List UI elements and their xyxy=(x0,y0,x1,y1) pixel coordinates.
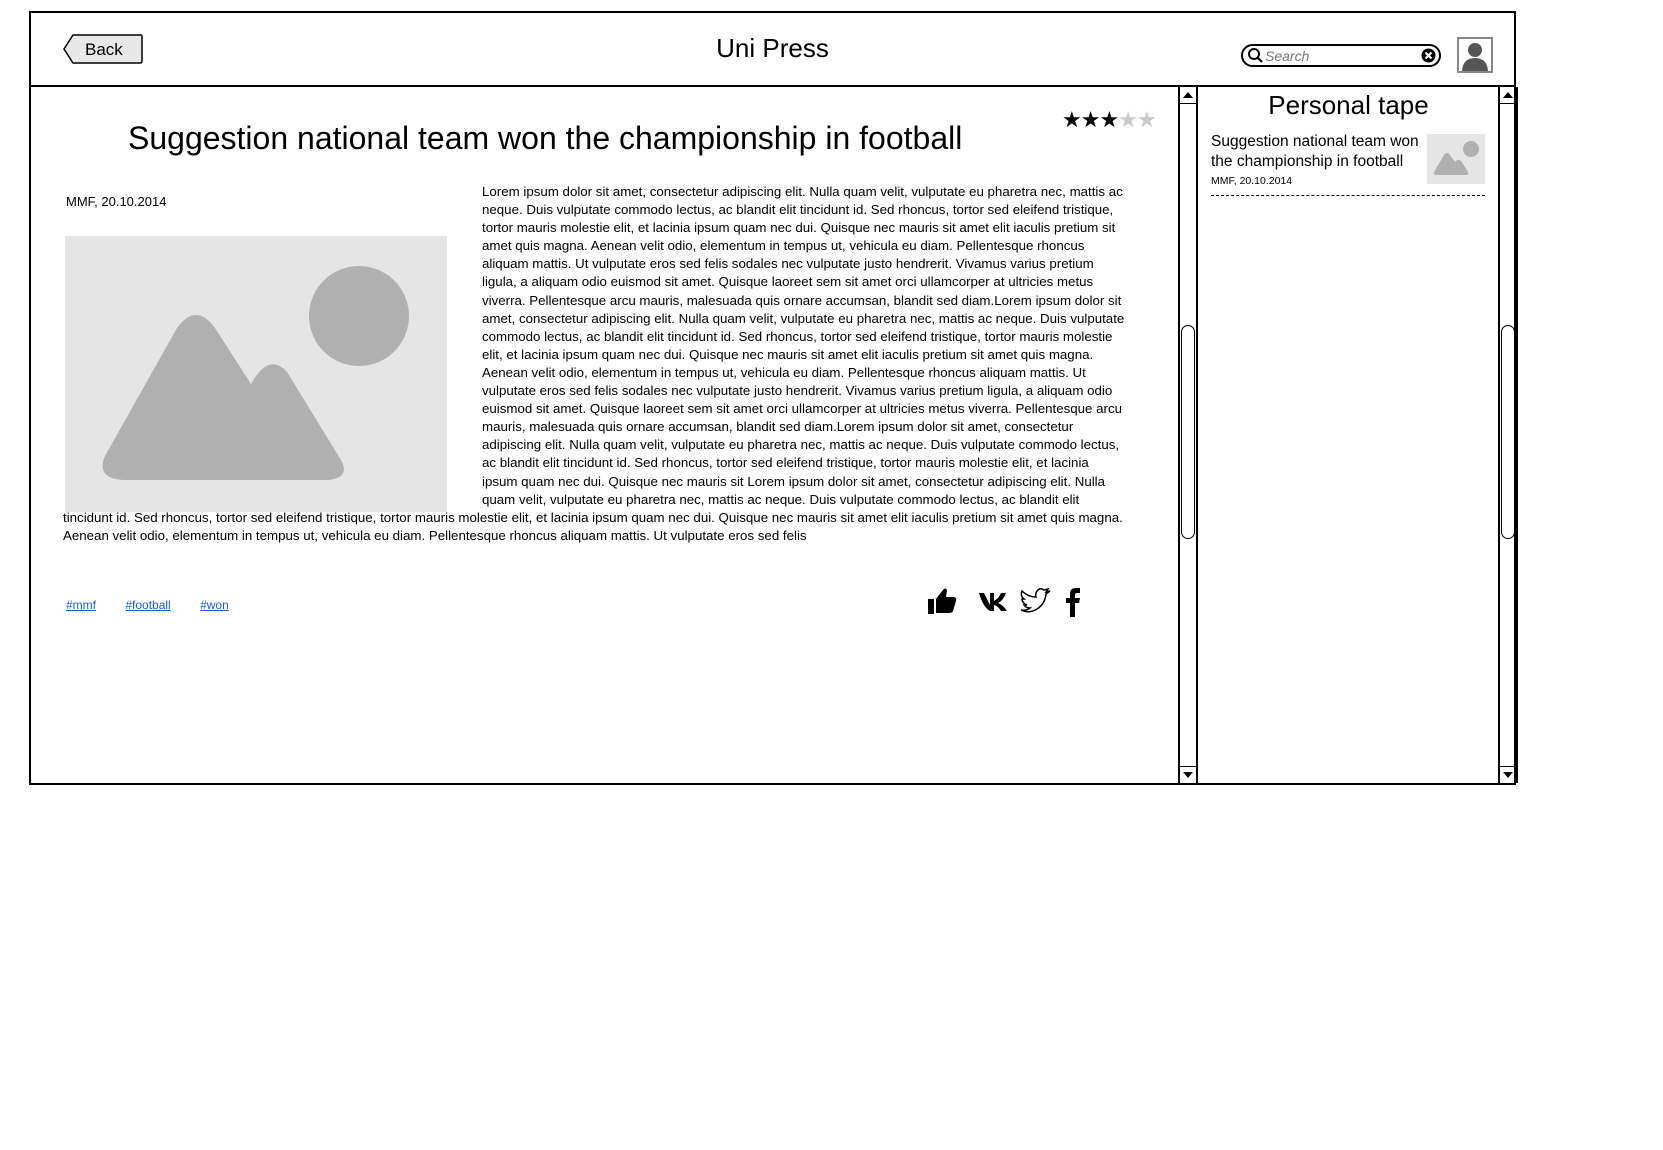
feed-item-meta: MMF, 20.10.2014 xyxy=(1211,175,1293,187)
user-icon xyxy=(1459,39,1491,71)
star-filled-icon[interactable]: ★ xyxy=(1081,107,1101,132)
star-filled-icon[interactable]: ★ xyxy=(1099,107,1119,132)
article-title: Suggestion national team won the champio… xyxy=(128,120,963,156)
twitter-icon[interactable] xyxy=(1019,588,1051,616)
article-meta: MMF, 20.10.2014 xyxy=(66,194,167,209)
scroll-up-icon[interactable] xyxy=(1180,87,1196,104)
like-icon[interactable] xyxy=(926,585,958,617)
search-icon xyxy=(1248,48,1263,63)
scroll-up-icon[interactable] xyxy=(1500,87,1516,104)
scroll-down-icon[interactable] xyxy=(1180,766,1196,783)
tag-list: #mmf #football #won xyxy=(66,598,255,612)
header: Back Uni Press xyxy=(31,13,1514,87)
tag-link[interactable]: #mmf xyxy=(66,598,96,612)
facebook-icon[interactable] xyxy=(1064,587,1082,617)
star-filled-icon[interactable]: ★ xyxy=(1062,107,1082,132)
tag-link[interactable]: #football xyxy=(125,598,170,612)
star-empty-icon[interactable]: ★ xyxy=(1137,107,1157,132)
star-rating[interactable]: ★★★★★ xyxy=(1062,107,1157,133)
scroll-thumb[interactable] xyxy=(1181,325,1195,539)
search-input[interactable] xyxy=(1265,47,1415,64)
app-window: Back Uni Press ★★★★★ Suggest xyxy=(29,11,1518,785)
article-image xyxy=(65,236,447,512)
vk-icon[interactable] xyxy=(978,591,1008,613)
feed-item[interactable]: Suggestion national team won the champio… xyxy=(1211,132,1485,196)
article-panel: ★★★★★ Suggestion national team won the c… xyxy=(31,87,1178,783)
star-empty-icon[interactable]: ★ xyxy=(1118,107,1138,132)
search-box[interactable] xyxy=(1241,44,1441,67)
tag-link[interactable]: #won xyxy=(200,598,229,612)
article-scrollbar[interactable] xyxy=(1178,87,1198,783)
clear-search-icon[interactable] xyxy=(1421,48,1436,63)
feed-item-title: Suggestion national team won the champio… xyxy=(1211,133,1419,170)
personal-tape-panel: Personal tape Suggestion national team w… xyxy=(1196,87,1501,783)
sidebar-title: Personal tape xyxy=(1268,90,1429,120)
sidebar-scrollbar[interactable] xyxy=(1498,87,1518,783)
feed-item-thumbnail xyxy=(1427,134,1485,184)
user-avatar[interactable] xyxy=(1457,37,1493,73)
scroll-thumb[interactable] xyxy=(1501,325,1515,539)
scroll-down-icon[interactable] xyxy=(1500,766,1516,783)
